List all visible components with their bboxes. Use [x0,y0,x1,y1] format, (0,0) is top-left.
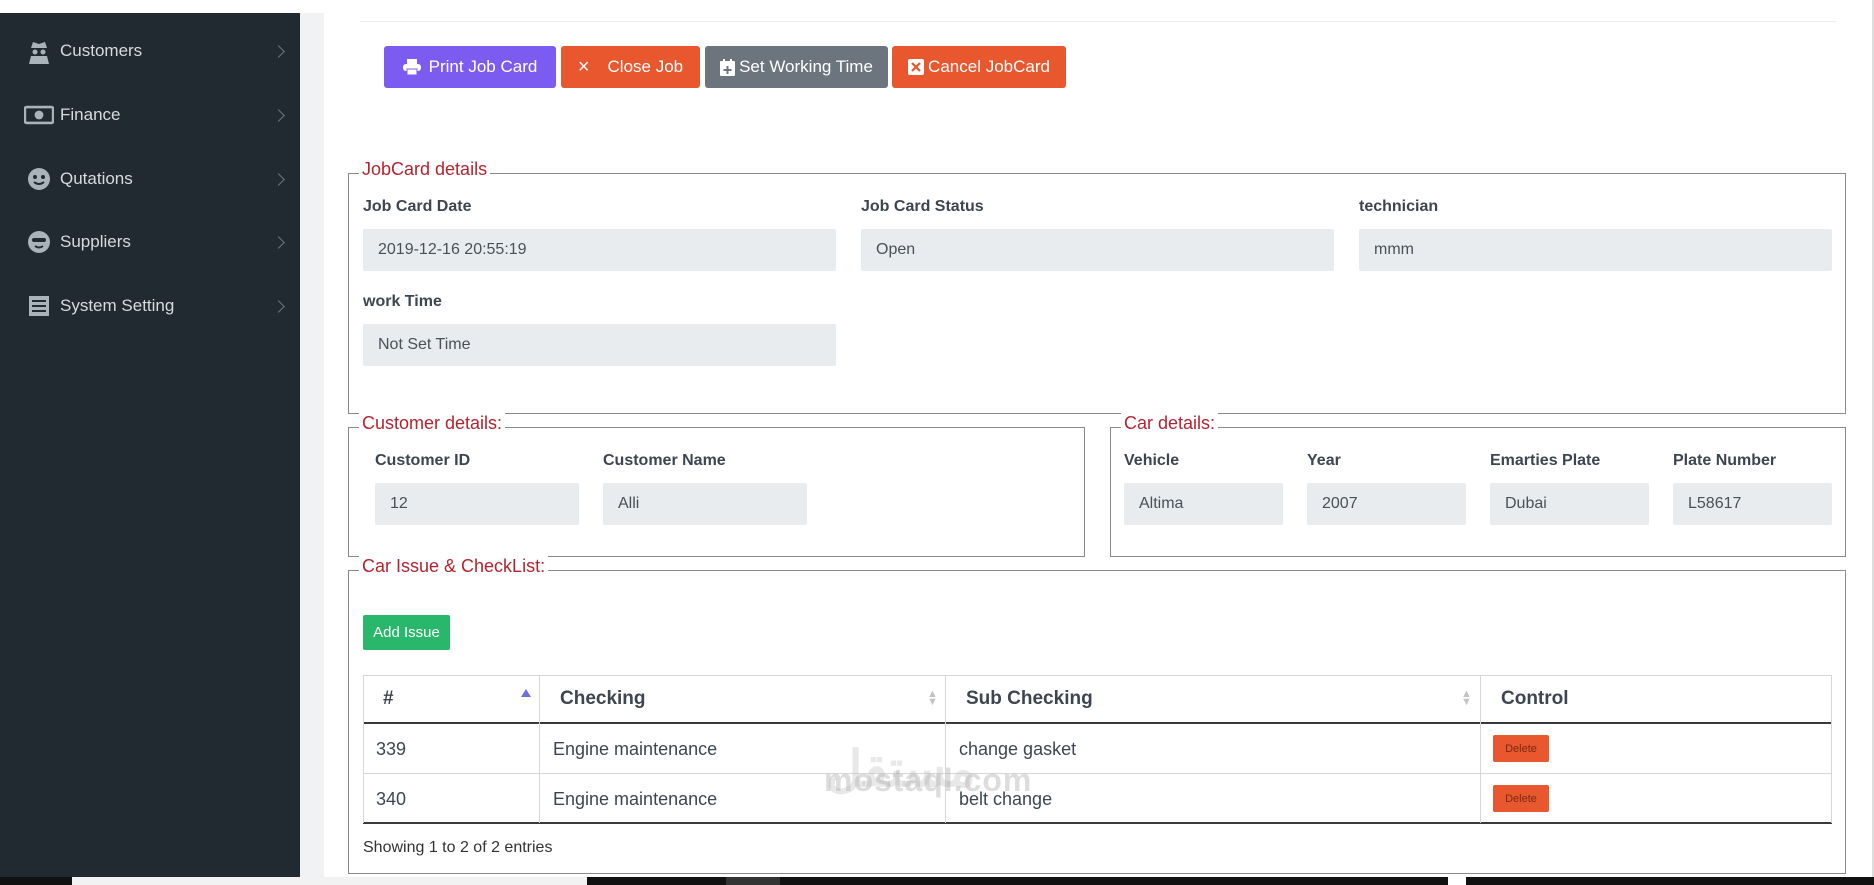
column-header-checking[interactable]: Checking [540,676,945,722]
list-icon [24,291,54,321]
job-card-status-label: Job Card Status [861,198,984,215]
close-icon: × [577,55,590,78]
vehicle-field[interactable]: Altima [1124,483,1283,525]
customer-name-field[interactable]: Alli [603,483,807,525]
sidebar-item-suppliers[interactable]: Suppliers [0,217,300,267]
cancel-box-icon [908,59,925,75]
technician-field[interactable]: mmm [1359,229,1832,271]
column-header-sub-checking[interactable]: Sub Checking [946,676,1480,722]
sort-asc-icon [521,689,531,697]
sidebar-item-label: Qutations [60,169,133,188]
sidebar-item-label: Customers [60,41,143,60]
delete-button[interactable]: Delete [1493,735,1549,762]
print-icon [402,59,421,75]
customer-id-label: Customer ID [375,452,471,469]
jobcard-legend: JobCard details [359,159,491,180]
vehicle-label: Vehicle [1124,452,1180,469]
sort-both-icon: ▲ ▼ [1461,688,1472,708]
print-job-card-button[interactable]: Print Job Card [384,46,556,88]
cancel-jobcard-button[interactable]: Cancel JobCard [892,46,1066,88]
work-time-field[interactable]: Not Set Time [363,324,836,366]
calendar-plus-icon [720,58,736,76]
car-legend: Car details: [1121,413,1219,434]
customer-details-fieldset: Customer details: Customer ID 12 Custome… [348,413,1085,557]
customer-name-label: Customer Name [603,452,726,469]
job-card-status-field[interactable]: Open [861,229,1334,271]
table-row-id: 339 [376,738,407,759]
add-issue-button[interactable]: Add Issue [363,615,450,650]
money-icon [24,100,54,130]
cancel-jobcard-label: Cancel JobCard [928,57,1050,76]
chevron-right-icon [272,235,285,249]
column-header-id[interactable]: # [363,676,539,722]
chevron-right-icon [272,108,285,122]
year-field[interactable]: 2007 [1307,483,1466,525]
sidebar-item-qutations[interactable]: Qutations [0,154,300,204]
work-time-label: work Time [363,293,442,310]
technician-label: technician [1359,198,1439,215]
column-header-control: Control [1501,688,1569,709]
print-job-card-label: Print Job Card [428,57,538,76]
plate-number-field[interactable]: L58617 [1673,483,1832,525]
emarties-plate-field[interactable]: Dubai [1490,483,1649,525]
year-label: Year [1307,452,1341,469]
sidebar-item-label: Finance [60,105,121,124]
watermark: mostaql.com [824,762,1033,798]
sidebar: Customers Finance Qutations Suppliers Sy… [0,13,300,885]
sidebar-item-label: Suppliers [60,232,131,251]
table-row-id: 340 [376,788,407,809]
car-details-fieldset: Car details: Vehicle Altima Year 2007 Em… [1110,413,1846,557]
customer-id-field[interactable]: 12 [375,483,579,525]
delete-button[interactable]: Delete [1493,785,1549,812]
sort-both-icon: ▲ ▼ [927,688,938,708]
jobcard-details-fieldset: JobCard details Job Card Date 2019-12-16… [348,159,1846,414]
spy-icon [24,36,54,66]
set-working-time-button[interactable]: Set Working Time [705,46,888,88]
chevron-right-icon [272,299,285,313]
content-gutter [300,13,324,885]
sidebar-item-customers[interactable]: Customers [0,26,300,76]
chevron-right-icon [272,172,285,186]
job-card-date-field[interactable]: 2019-12-16 20:55:19 [363,229,836,271]
car-issue-legend: Car Issue & CheckList: [359,556,549,577]
emarties-plate-label: Emarties Plate [1490,452,1601,469]
sidebar-item-system-setting[interactable]: System Setting [0,281,300,331]
close-job-button[interactable]: × Close Job [561,46,700,88]
close-job-label: Close Job [607,57,684,76]
face-icon [24,227,54,257]
sidebar-item-finance[interactable]: Finance [0,90,300,140]
table-info: Showing 1 to 2 of 2 entries [363,839,553,856]
plate-number-label: Plate Number [1673,452,1777,469]
customer-legend: Customer details: [359,413,506,434]
divider [360,21,1836,22]
smile-icon [24,164,54,194]
taskbar-strip [0,877,1874,885]
set-working-time-label: Set Working Time [739,57,873,76]
chevron-right-icon [272,44,285,58]
sidebar-item-label: System Setting [60,296,175,315]
job-card-date-label: Job Card Date [363,198,472,215]
